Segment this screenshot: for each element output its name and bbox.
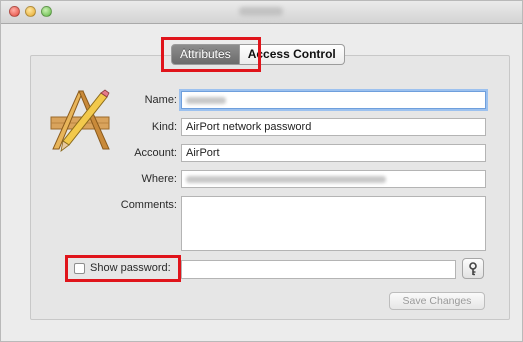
tab-bar: Attributes Access Control xyxy=(171,44,345,65)
where-field[interactable] xyxy=(181,170,486,188)
password-field[interactable] xyxy=(181,260,456,279)
kind-label: Kind: xyxy=(151,121,177,133)
password-assistant-button[interactable] xyxy=(462,258,484,279)
key-icon xyxy=(469,261,477,275)
show-password-label: Show password: xyxy=(90,262,171,274)
keychain-item-window: Attributes Access Control Name: Kind: Ai… xyxy=(0,0,523,342)
account-label: Account: xyxy=(134,147,177,159)
name-label: Name: xyxy=(144,94,177,106)
minimize-button[interactable] xyxy=(25,6,36,17)
where-value-obscured xyxy=(186,175,386,183)
close-button[interactable] xyxy=(9,6,20,17)
name-value-obscured xyxy=(186,96,226,104)
window-title-obscured xyxy=(239,7,283,16)
tab-access-control[interactable]: Access Control xyxy=(239,44,345,65)
account-field[interactable]: AirPort xyxy=(181,144,486,162)
kind-field[interactable]: AirPort network password xyxy=(181,118,486,136)
where-label: Where: xyxy=(141,173,177,185)
tab-attributes[interactable]: Attributes xyxy=(171,44,240,65)
comments-field[interactable] xyxy=(181,196,486,251)
name-field[interactable] xyxy=(181,91,486,109)
show-password-checkbox[interactable] xyxy=(74,262,85,274)
comments-label: Comments: xyxy=(120,199,177,211)
save-changes-button[interactable]: Save Changes xyxy=(389,292,485,310)
show-password-row[interactable]: Show password: xyxy=(74,262,171,274)
zoom-button[interactable] xyxy=(41,6,52,17)
title-bar xyxy=(1,1,522,24)
